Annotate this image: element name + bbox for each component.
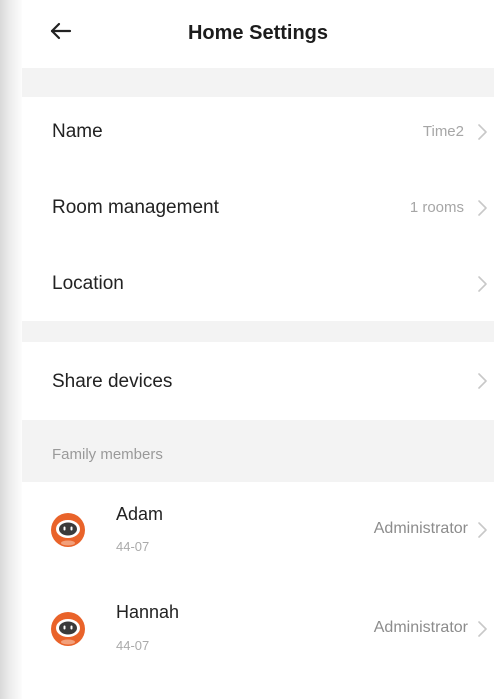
chevron-right-icon xyxy=(478,276,487,292)
member-role: Administrator xyxy=(373,520,468,537)
member-subtitle: 44-07 xyxy=(116,638,150,653)
name-label: Name xyxy=(52,121,103,142)
family-members-header: Family members xyxy=(22,420,494,482)
member-subtitle: 44-07 xyxy=(116,539,150,554)
page-title: Home Settings xyxy=(187,22,329,44)
home-settings-screen: Home Settings Name Time2 Room management… xyxy=(22,0,494,699)
name-row[interactable]: Name Time2 xyxy=(22,97,494,167)
family-members-label: Family members xyxy=(52,446,163,463)
member-name: Hannah xyxy=(116,602,180,622)
chevron-right-icon xyxy=(478,621,487,637)
chevron-right-icon xyxy=(478,522,487,538)
room-management-row[interactable]: Room management 1 rooms xyxy=(22,167,494,247)
room-management-label: Room management xyxy=(52,197,219,218)
share-devices-label: Share devices xyxy=(52,371,173,392)
member-role: Administrator xyxy=(373,619,468,636)
section-divider xyxy=(22,68,494,97)
header-bar: Home Settings xyxy=(22,0,494,68)
location-label: Location xyxy=(52,273,124,294)
chevron-right-icon xyxy=(478,373,487,389)
robot-avatar-icon xyxy=(51,513,85,547)
chevron-right-icon xyxy=(478,124,487,140)
chevron-right-icon xyxy=(478,200,487,216)
member-name: Adam xyxy=(116,504,164,524)
share-devices-row[interactable]: Share devices xyxy=(22,342,494,420)
member-row[interactable]: Adam 44-07 Administrator xyxy=(22,482,494,580)
robot-avatar-icon xyxy=(51,612,85,646)
section-divider xyxy=(22,321,494,342)
member-row[interactable]: Hannah 44-07 Administrator xyxy=(22,580,494,680)
room-count-value: 1 rooms xyxy=(409,199,464,216)
location-row[interactable]: Location xyxy=(22,247,494,321)
name-value: Time2 xyxy=(422,123,464,140)
left-edge-shadow xyxy=(0,0,24,699)
